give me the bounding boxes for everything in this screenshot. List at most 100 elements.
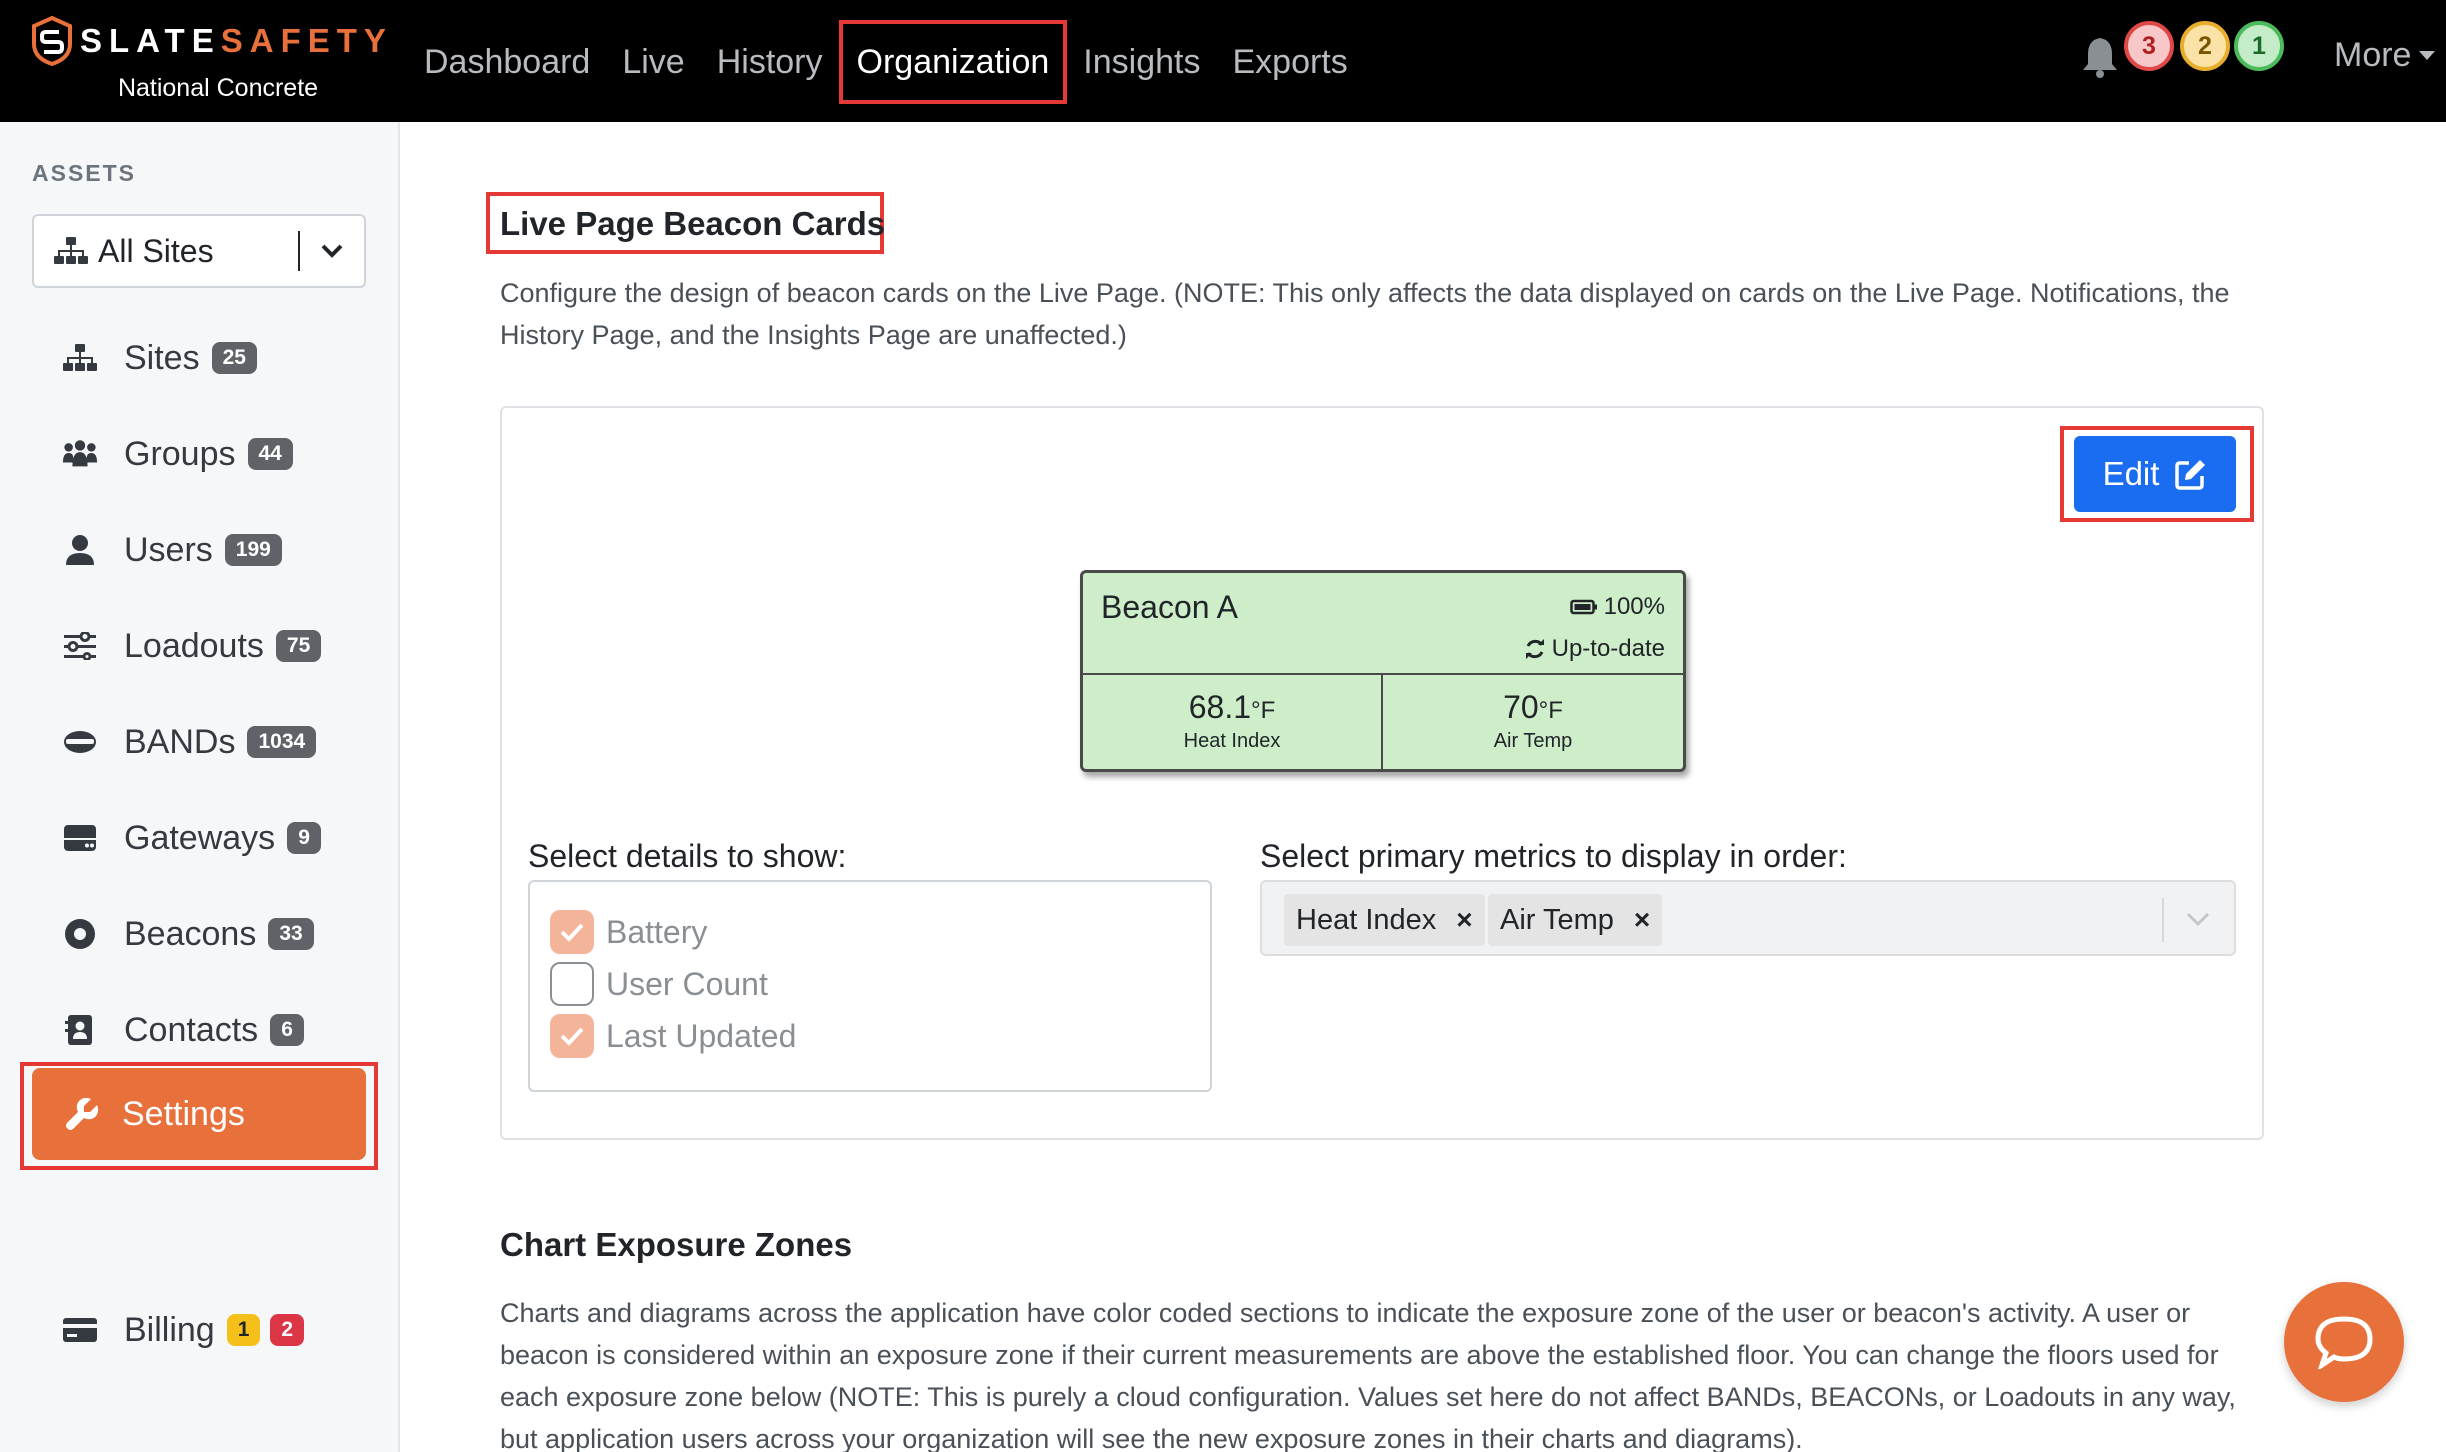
section-description: Charts and diagrams across the applicati… [500, 1298, 2236, 1452]
select-separator [2162, 898, 2164, 942]
sync-icon [1525, 639, 1544, 659]
sidebar: ASSETS All Sites Sites 25 Groups 44 User… [0, 122, 400, 1452]
more-label: More [2334, 36, 2412, 74]
people-group-icon [62, 437, 98, 471]
nav-history[interactable]: History [701, 20, 839, 104]
beacon-metric-air-temp: 70°F Air Temp [1383, 675, 1683, 769]
battery-full-icon [1569, 599, 1597, 615]
chevron-down-icon[interactable] [300, 243, 364, 259]
billing-count-danger: 2 [270, 1314, 305, 1346]
edit-icon [2175, 460, 2206, 490]
sidebar-item-sites[interactable]: Sites 25 [32, 322, 366, 394]
sidebar-item-settings[interactable]: Settings [32, 1068, 366, 1160]
sitemap-icon [54, 237, 88, 264]
sidebar-item-users[interactable]: Users 199 [32, 514, 366, 586]
top-navbar: SLATESAFETY National Concrete Dashboard … [0, 0, 2446, 122]
beacon-metric-heat-index: 68.1°F Heat Index [1083, 675, 1383, 769]
count-badge: 33 [268, 918, 314, 950]
metric-tag-heat-index[interactable]: Heat Index × [1284, 894, 1485, 946]
sidebar-item-beacons[interactable]: Beacons 33 [32, 898, 366, 970]
status-text: Up-to-date [1551, 635, 1665, 662]
beacon-battery: 100% [1569, 593, 1665, 621]
beacon-status: Up-to-date [1524, 635, 1665, 663]
metric-value: 68.1°F [1188, 689, 1276, 725]
organization-name: National Concrete [117, 74, 319, 102]
metric-value: 70°F [1503, 689, 1563, 725]
checkbox-label: Last Updated [606, 1017, 797, 1054]
count-badge: 6 [270, 1014, 304, 1046]
alert-count-yellow[interactable]: 2 [2180, 21, 2230, 71]
support-chat-button[interactable] [2284, 1282, 2404, 1402]
main-nav: Dashboard Live History Organization Insi… [408, 20, 1364, 104]
count-badge: 1034 [247, 726, 317, 758]
more-menu[interactable]: More [2334, 36, 2436, 75]
count-badge: 75 [275, 630, 322, 662]
detail-option-last-updated[interactable]: Last Updated [550, 1014, 796, 1058]
metric-label: Heat Index [1183, 730, 1281, 752]
tag-label: Heat Index [1296, 903, 1437, 936]
hard-drive-icon [62, 821, 98, 855]
wrench-icon [66, 1097, 99, 1130]
details-label: Select details to show: [528, 838, 847, 874]
checkbox-label: Battery [606, 913, 708, 950]
slate-safety-logo-icon [32, 16, 72, 66]
site-selector[interactable]: All Sites [32, 214, 366, 288]
sidebar-item-bands[interactable]: BANDs 1034 [32, 706, 366, 778]
nav-insights[interactable]: Insights [1067, 20, 1216, 104]
credit-card-icon [62, 1313, 98, 1347]
sidebar-item-label: Sites [124, 338, 200, 377]
sidebar-item-label: Billing [124, 1310, 215, 1349]
sidebar-item-label: Beacons [124, 914, 257, 953]
sidebar-item-gateways[interactable]: Gateways 9 [32, 802, 366, 874]
metric-tag-air-temp[interactable]: Air Temp × [1488, 894, 1663, 946]
alert-count-green[interactable]: 1 [2234, 21, 2284, 71]
sidebar-item-label: Contacts [124, 1010, 259, 1049]
assets-heading: ASSETS [32, 160, 137, 186]
check-icon [560, 1027, 584, 1046]
sidebar-item-contacts[interactable]: Contacts 6 [32, 994, 366, 1066]
nav-organization[interactable]: Organization [838, 20, 1068, 104]
user-icon [62, 533, 98, 567]
sidebar-item-loadouts[interactable]: Loadouts 75 [32, 610, 366, 682]
count-badge: 9 [287, 822, 321, 854]
sidebar-item-label: Settings [122, 1094, 245, 1133]
primary-metrics-select[interactable]: Heat Index × Air Temp × [1260, 880, 2236, 956]
sidebar-item-label: BANDs [124, 722, 236, 761]
beacon-card-preview: Beacon A 100% Up-to-date 68.1°F Heat Ind… [1080, 570, 1686, 772]
nav-dashboard[interactable]: Dashboard [408, 20, 606, 104]
remove-tag-icon[interactable]: × [1456, 904, 1472, 936]
count-badge: 199 [224, 534, 282, 566]
count-badge: 25 [211, 342, 257, 374]
billing-count-warning: 1 [226, 1314, 261, 1346]
edit-button-label: Edit [2102, 455, 2160, 492]
metric-label: Air Temp [1493, 730, 1573, 752]
checkbox-label: User Count [606, 965, 768, 1002]
nav-exports[interactable]: Exports [1216, 20, 1363, 104]
sidebar-item-groups[interactable]: Groups 44 [32, 418, 366, 490]
site-selector-value: All Sites [98, 232, 214, 269]
sidebar-item-label: Users [124, 530, 213, 569]
checkbox-checked[interactable] [550, 1014, 594, 1058]
bell-icon[interactable] [2080, 34, 2120, 78]
remove-tag-icon[interactable]: × [1634, 904, 1650, 936]
detail-option-battery[interactable]: Battery [550, 910, 707, 954]
tag-label: Air Temp [1500, 903, 1614, 936]
details-checkbox-group: Battery User Count Last Updated [528, 880, 1212, 1092]
address-book-icon [62, 1013, 98, 1047]
sitemap-icon [62, 341, 98, 375]
detail-option-user-count[interactable]: User Count [550, 962, 768, 1006]
checkbox-unchecked[interactable] [550, 962, 594, 1006]
caret-down-icon [2419, 51, 2436, 60]
nav-live[interactable]: Live [606, 20, 700, 104]
edit-button[interactable]: Edit [2074, 436, 2236, 512]
sidebar-item-billing[interactable]: Billing 1 2 [32, 1294, 366, 1366]
metrics-label: Select primary metrics to display in ord… [1260, 838, 1847, 874]
alert-count-red[interactable]: 3 [2124, 21, 2174, 71]
chevron-down-icon[interactable] [2182, 906, 2214, 932]
section-title: Live Page Beacon Cards [500, 205, 886, 242]
brand[interactable]: SLATESAFETY National Concrete [28, 14, 386, 110]
section-description: Configure the design of beacon cards on … [500, 278, 2230, 350]
band-icon [62, 725, 98, 759]
sidebar-item-label: Groups [124, 434, 236, 473]
checkbox-checked[interactable] [550, 910, 594, 954]
